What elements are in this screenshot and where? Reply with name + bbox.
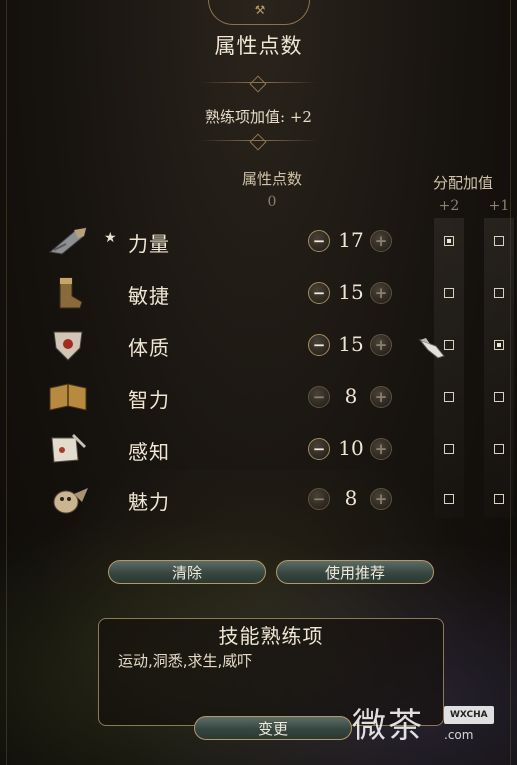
increase-wisdom-button[interactable]: + bbox=[370, 438, 392, 460]
assign-bonus-label: 分配加值 bbox=[432, 174, 493, 192]
plus1-column-shade bbox=[484, 218, 514, 518]
attribute-value: 15 bbox=[338, 280, 364, 304]
points-remaining: 0 bbox=[267, 194, 277, 210]
divider-top bbox=[200, 78, 317, 88]
dexterity-plus2-checkbox[interactable] bbox=[444, 288, 454, 298]
attribute-row-intelligence: 智力 − 8 + bbox=[0, 378, 517, 418]
proficiency-bonus: 熟练项加值: +2 bbox=[205, 108, 312, 126]
wisdom-plus1-checkbox[interactable] bbox=[494, 444, 504, 454]
primary-star-icon: ★ bbox=[104, 230, 117, 246]
dexterity-plus1-checkbox[interactable] bbox=[494, 288, 504, 298]
skill-proficiency-list: 运动,洞悉,求生,威吓 bbox=[118, 652, 253, 670]
attribute-name: 敏捷 bbox=[128, 284, 170, 308]
attribute-value: 17 bbox=[338, 228, 364, 252]
change-skills-button[interactable]: 变更 bbox=[194, 716, 352, 740]
increase-dexterity-button[interactable]: + bbox=[370, 282, 392, 304]
decrease-intelligence-button[interactable]: − bbox=[308, 386, 330, 408]
character-creation-panel: ⚒ 属性点数 熟练项加值: +2 属性点数 0 分配加值 +2 +1 ★ 力量 … bbox=[0, 0, 517, 765]
increase-strength-button[interactable]: + bbox=[370, 230, 392, 252]
attribute-value: 8 bbox=[344, 384, 358, 408]
attribute-row-charisma: 魅力 − 8 + bbox=[0, 480, 517, 520]
page-title: 属性点数 bbox=[214, 34, 303, 58]
attribute-name: 魅力 bbox=[128, 490, 170, 514]
plus2-column-shade bbox=[434, 218, 464, 518]
strength-plus1-checkbox[interactable] bbox=[494, 236, 504, 246]
attribute-value: 8 bbox=[344, 486, 358, 510]
attribute-name: 智力 bbox=[128, 388, 170, 412]
scroll-quill-icon bbox=[46, 432, 90, 466]
decrease-constitution-button[interactable]: − bbox=[308, 334, 330, 356]
plus1-column-label: +1 bbox=[488, 198, 510, 214]
heart-shield-icon bbox=[46, 328, 90, 362]
attribute-name: 力量 bbox=[128, 232, 170, 256]
attribute-row-strength: ★ 力量 − 17 + bbox=[0, 222, 517, 262]
plus2-column-label: +2 bbox=[438, 198, 460, 214]
use-recommended-button[interactable]: 使用推荐 bbox=[276, 560, 434, 584]
points-column-label: 属性点数 bbox=[241, 170, 302, 188]
charisma-plus1-checkbox[interactable] bbox=[494, 494, 504, 504]
strength-plus2-checkbox[interactable] bbox=[444, 236, 454, 246]
site-watermark: 微茶 WXCHA .com bbox=[352, 694, 512, 750]
gauntlet-icon bbox=[46, 224, 90, 258]
attribute-row-wisdom: 感知 − 10 + bbox=[0, 430, 517, 470]
crossed-hammers-icon: ⚒ bbox=[254, 3, 266, 17]
attribute-value: 10 bbox=[338, 436, 364, 460]
boot-icon bbox=[46, 276, 90, 310]
owl-icon bbox=[46, 482, 90, 516]
gauntlet-cursor-icon bbox=[418, 336, 446, 360]
wisdom-plus2-checkbox[interactable] bbox=[444, 444, 454, 454]
watermark-domain: .com bbox=[444, 728, 474, 742]
book-icon bbox=[46, 380, 90, 414]
decrease-dexterity-button[interactable]: − bbox=[308, 282, 330, 304]
decrease-charisma-button[interactable]: − bbox=[308, 488, 330, 510]
watermark-text: 微茶 bbox=[352, 706, 424, 746]
charisma-plus2-checkbox[interactable] bbox=[444, 494, 454, 504]
divider-bottom bbox=[200, 136, 317, 146]
increase-constitution-button[interactable]: + bbox=[370, 334, 392, 356]
attribute-row-dexterity: 敏捷 − 15 + bbox=[0, 274, 517, 314]
decrease-strength-button[interactable]: − bbox=[308, 230, 330, 252]
increase-charisma-button[interactable]: + bbox=[370, 488, 392, 510]
watermark-badge: WXCHA bbox=[444, 706, 494, 724]
increase-intelligence-button[interactable]: + bbox=[370, 386, 392, 408]
attribute-name: 感知 bbox=[128, 440, 170, 464]
intelligence-plus1-checkbox[interactable] bbox=[494, 392, 504, 402]
attribute-value: 15 bbox=[338, 332, 364, 356]
constitution-plus1-checkbox[interactable] bbox=[494, 340, 504, 350]
decrease-wisdom-button[interactable]: − bbox=[308, 438, 330, 460]
skill-proficiency-title: 技能熟练项 bbox=[218, 624, 324, 648]
clear-button[interactable]: 清除 bbox=[108, 560, 266, 584]
attribute-name: 体质 bbox=[128, 336, 170, 360]
intelligence-plus2-checkbox[interactable] bbox=[444, 392, 454, 402]
